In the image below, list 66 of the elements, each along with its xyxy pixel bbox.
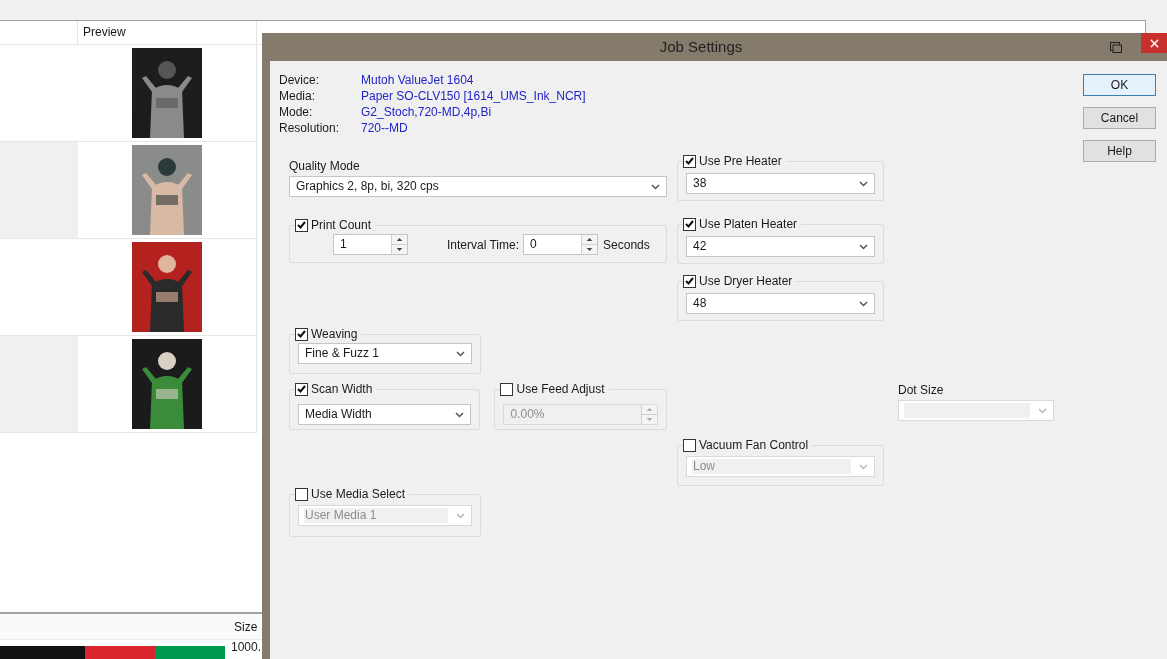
checkbox-label: Use Media Select <box>311 487 406 501</box>
info-label: Media: <box>279 88 317 104</box>
chevron-down-icon <box>859 300 868 307</box>
dialog-button[interactable]: Cancel <box>1083 107 1156 129</box>
dropdown[interactable]: Media Width <box>298 404 472 425</box>
check-icon <box>685 157 694 165</box>
info-label: Device: <box>279 72 320 88</box>
checkbox-label: Use Pre Heater <box>699 154 782 168</box>
checkbox-label: Weaving <box>311 327 358 341</box>
dropdown[interactable]: Fine & Fuzz 1 <box>298 343 472 364</box>
chevron-down-icon <box>455 411 465 418</box>
chevron-down-icon <box>859 463 868 470</box>
checkbox[interactable] <box>295 382 308 396</box>
checkbox-label: Print Count <box>311 218 372 232</box>
checkbox[interactable] <box>683 217 696 231</box>
checkbox[interactable] <box>295 218 308 232</box>
info-label: Mode: <box>279 104 314 120</box>
dialog-button[interactable]: Help <box>1083 140 1156 162</box>
column-header[interactable]: Preview <box>78 21 257 44</box>
check-icon <box>685 220 694 228</box>
info-value: G2_Stoch,720-MD,4p,Bi <box>361 104 493 120</box>
checkbox[interactable] <box>683 438 696 452</box>
checkbox[interactable] <box>295 327 308 341</box>
chevron-down-icon <box>456 512 465 519</box>
spin-box[interactable]: 1 <box>333 234 408 255</box>
check-icon <box>297 221 306 229</box>
unit-label: Seconds <box>603 236 650 253</box>
chevron-down-icon <box>651 183 660 190</box>
spin-up-icon[interactable] <box>582 235 598 245</box>
chevron-down-icon <box>859 243 868 250</box>
spin-box[interactable]: 0 <box>523 234 599 255</box>
info-value: Mutoh ValueJet 1604 <box>361 72 475 88</box>
spin-up-icon[interactable] <box>392 235 407 245</box>
field-label: Quality Mode <box>289 159 360 173</box>
window-title: Job Settings <box>658 36 744 57</box>
chevron-down-icon <box>1038 407 1047 414</box>
checkbox-label: Use Dryer Heater <box>699 274 793 288</box>
dropdown[interactable]: Graphics 2, 8p, bi, 320 cps <box>289 176 667 197</box>
window-icon[interactable] <box>1110 41 1122 53</box>
spin-down-icon[interactable] <box>582 245 598 254</box>
checkbox[interactable] <box>500 382 514 396</box>
size-value: 1000. <box>231 640 262 654</box>
info-label: Resolution: <box>279 120 341 136</box>
check-icon <box>297 330 306 338</box>
dropdown[interactable]: 38 <box>686 173 875 194</box>
dropdown[interactable]: 42 <box>686 236 875 257</box>
chevron-down-icon <box>859 180 868 187</box>
check-icon <box>297 385 306 393</box>
checkbox[interactable] <box>683 154 696 168</box>
field-label: Dot Size <box>898 383 944 397</box>
check-icon <box>685 277 694 285</box>
close-button[interactable] <box>1141 33 1167 53</box>
field-label: Interval Time: <box>447 236 520 253</box>
info-value: 720--MD <box>361 120 409 136</box>
chevron-down-icon <box>456 350 465 357</box>
checkbox-label: Scan Width <box>311 382 373 396</box>
checkbox[interactable] <box>683 274 696 288</box>
dialog-button[interactable]: OK <box>1083 74 1156 96</box>
info-value: Paper SO-CLV150 [1614_UMS_Ink_NCR] <box>361 88 587 104</box>
checkbox-label: Vacuum Fan Control <box>699 438 809 452</box>
checkbox[interactable] <box>295 487 308 501</box>
spin-down-icon[interactable] <box>392 245 407 254</box>
checkbox-label: Use Feed Adjust <box>516 382 605 396</box>
column-header[interactable]: Size <box>230 614 258 639</box>
dropdown[interactable]: 48 <box>686 293 875 314</box>
checkbox-label: Use Platen Heater <box>699 217 798 231</box>
